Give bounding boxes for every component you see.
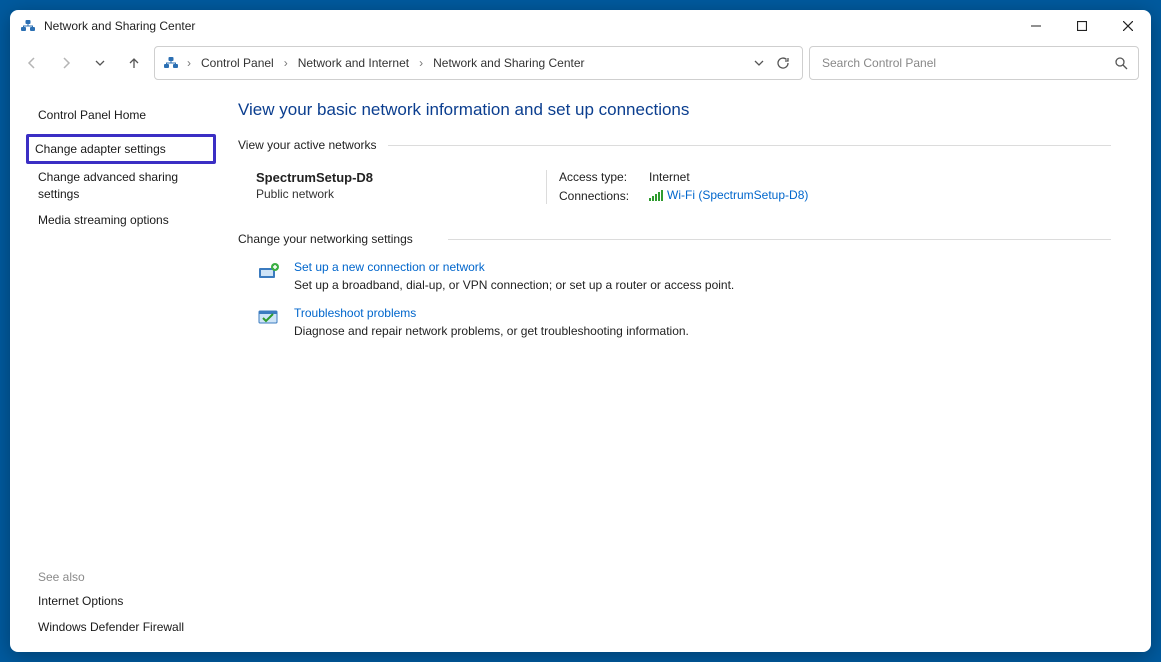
setup-connection-desc: Set up a broadband, dial-up, or VPN conn… bbox=[294, 278, 734, 292]
address-bar[interactable]: › Control Panel › Network and Internet ›… bbox=[154, 46, 803, 80]
window-title: Network and Sharing Center bbox=[44, 19, 195, 33]
maximize-button[interactable] bbox=[1059, 10, 1105, 42]
sidebar-media-streaming[interactable]: Media streaming options bbox=[34, 207, 210, 233]
connections-label: Connections: bbox=[559, 189, 649, 203]
minimize-button[interactable] bbox=[1013, 10, 1059, 42]
address-icon bbox=[163, 55, 179, 71]
toolbar: › Control Panel › Network and Internet ›… bbox=[10, 42, 1151, 90]
network-type: Public network bbox=[256, 187, 546, 201]
main-content: View your basic network information and … bbox=[220, 90, 1151, 652]
troubleshoot-icon bbox=[256, 306, 280, 330]
chevron-right-icon: › bbox=[415, 56, 427, 70]
see-also-label: See also bbox=[34, 564, 210, 588]
page-heading: View your basic network information and … bbox=[238, 100, 1111, 120]
chevron-right-icon: › bbox=[183, 56, 195, 70]
connection-link[interactable]: Wi-Fi (SpectrumSetup-D8) bbox=[649, 188, 808, 202]
window: Network and Sharing Center bbox=[10, 10, 1151, 652]
see-also-internet-options[interactable]: Internet Options bbox=[34, 588, 210, 614]
sidebar: Control Panel Home Change adapter settin… bbox=[10, 90, 220, 652]
troubleshoot-desc: Diagnose and repair network problems, or… bbox=[294, 324, 689, 338]
breadcrumb-network-internet[interactable]: Network and Internet bbox=[296, 56, 411, 70]
active-network-row: SpectrumSetup-D8 Public network Access t… bbox=[256, 170, 1111, 204]
connection-link-text: Wi-Fi (SpectrumSetup-D8) bbox=[667, 188, 808, 202]
search-icon bbox=[1114, 56, 1128, 70]
setup-connection-icon bbox=[256, 260, 280, 284]
change-settings-label: Change your networking settings bbox=[238, 232, 1111, 246]
troubleshoot-link[interactable]: Troubleshoot problems bbox=[294, 306, 689, 320]
breadcrumb-control-panel[interactable]: Control Panel bbox=[199, 56, 276, 70]
setup-connection-link[interactable]: Set up a new connection or network bbox=[294, 260, 734, 274]
refresh-button[interactable] bbox=[776, 56, 790, 70]
setup-connection-item: Set up a new connection or network Set u… bbox=[256, 260, 1111, 292]
titlebar: Network and Sharing Center bbox=[10, 10, 1151, 42]
recent-dropdown[interactable] bbox=[86, 49, 114, 77]
search-box[interactable] bbox=[809, 46, 1139, 80]
sidebar-change-adapter-highlight: Change adapter settings bbox=[26, 134, 216, 164]
wifi-icon bbox=[649, 189, 663, 201]
network-details: Access type: Internet Connections: bbox=[546, 170, 808, 204]
close-button[interactable] bbox=[1105, 10, 1151, 42]
search-input[interactable] bbox=[820, 55, 1114, 71]
sidebar-control-panel-home[interactable]: Control Panel Home bbox=[34, 102, 210, 128]
active-networks-label: View your active networks bbox=[238, 138, 1111, 152]
sidebar-change-adapter-settings[interactable]: Change adapter settings bbox=[35, 141, 207, 157]
network-name: SpectrumSetup-D8 bbox=[256, 170, 546, 185]
app-icon bbox=[20, 18, 36, 34]
network-identity: SpectrumSetup-D8 Public network bbox=[256, 170, 546, 204]
back-button[interactable] bbox=[18, 49, 46, 77]
access-type-label: Access type: bbox=[559, 170, 649, 184]
see-also-defender-firewall[interactable]: Windows Defender Firewall bbox=[34, 614, 210, 640]
breadcrumb-network-sharing[interactable]: Network and Sharing Center bbox=[431, 56, 586, 70]
troubleshoot-item: Troubleshoot problems Diagnose and repai… bbox=[256, 306, 1111, 338]
body: Control Panel Home Change adapter settin… bbox=[10, 90, 1151, 652]
forward-button[interactable] bbox=[52, 49, 80, 77]
chevron-right-icon: › bbox=[280, 56, 292, 70]
window-controls bbox=[1013, 10, 1151, 42]
sidebar-change-advanced-sharing[interactable]: Change advanced sharing settings bbox=[34, 164, 210, 206]
up-button[interactable] bbox=[120, 49, 148, 77]
address-dropdown[interactable] bbox=[754, 58, 764, 68]
access-type-value: Internet bbox=[649, 170, 808, 184]
